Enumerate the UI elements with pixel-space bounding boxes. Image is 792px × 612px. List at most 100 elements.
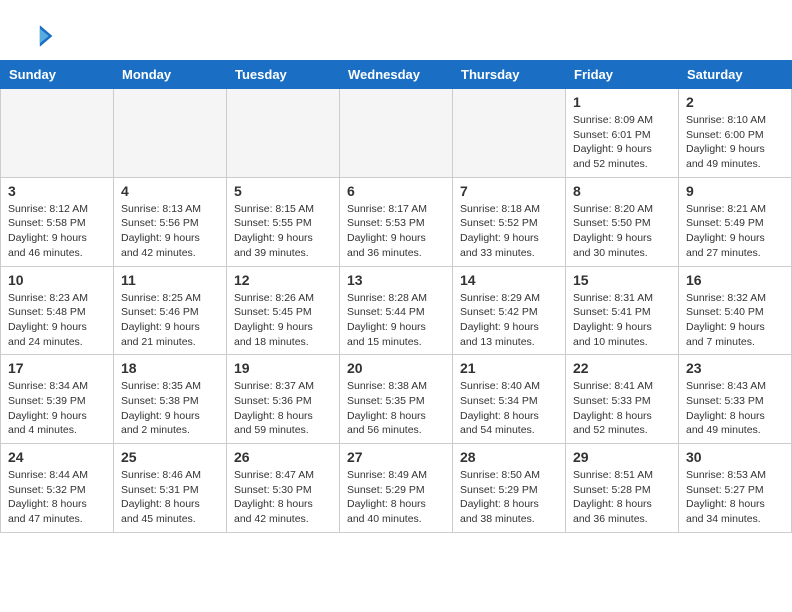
day-number: 25 <box>121 449 219 465</box>
page-header <box>0 0 792 60</box>
logo-icon <box>20 18 56 54</box>
calendar-header-row: SundayMondayTuesdayWednesdayThursdayFrid… <box>1 61 792 89</box>
calendar-day-cell: 27Sunrise: 8:49 AM Sunset: 5:29 PM Dayli… <box>340 444 453 533</box>
day-number: 26 <box>234 449 332 465</box>
day-number: 3 <box>8 183 106 199</box>
day-info: Sunrise: 8:41 AM Sunset: 5:33 PM Dayligh… <box>573 379 671 438</box>
calendar-day-cell: 29 Sunrise: 8:51 AM Sunset: 5:28 PM Dayli… <box>566 444 679 533</box>
calendar-day-cell <box>114 89 227 178</box>
calendar-day-cell: 21 Sunrise: 8:40 AM Sunset: 5:34 PM Dayli… <box>453 355 566 444</box>
day-info: Sunrise: 8:23 AM Sunset: 5:48 PM Dayligh… <box>8 291 106 350</box>
calendar-day-cell: 1 Sunrise: 8:09 AM Sunset: 6:01 PM Daylig… <box>566 89 679 178</box>
calendar-day-cell: 10 Sunrise: 8:23 AM Sunset: 5:48 PM Dayli… <box>1 266 114 355</box>
day-number: 10 <box>8 272 106 288</box>
day-info: Sunrise: 8:15 AM Sunset: 5:55 PM Dayligh… <box>234 202 332 261</box>
day-number: 18 <box>121 360 219 376</box>
day-info: Sunrise: 8:26 AM Sunset: 5:45 PM Dayligh… <box>234 291 332 350</box>
calendar-day-cell: 22 Sunrise: 8:41 AM Sunset: 5:33 PM Dayli… <box>566 355 679 444</box>
day-info: Sunrise: 8:51 AM Sunset: 5:28 PM Dayligh… <box>573 468 671 527</box>
weekday-header: Wednesday <box>340 61 453 89</box>
day-number: 19 <box>234 360 332 376</box>
day-number: 23 <box>686 360 784 376</box>
day-number: 24 <box>8 449 106 465</box>
day-info: Sunrise: 8:35 AM Sunset: 5:38 PM Dayligh… <box>121 379 219 438</box>
weekday-header: Friday <box>566 61 679 89</box>
day-number: 8 <box>573 183 671 199</box>
day-number: 9 <box>686 183 784 199</box>
day-number: 30 <box>686 449 784 465</box>
weekday-header: Sunday <box>1 61 114 89</box>
calendar-day-cell <box>453 89 566 178</box>
calendar-day-cell: 15 Sunrise: 8:31 AM Sunset: 5:41 PM Dayli… <box>566 266 679 355</box>
day-info: Sunrise: 8:43 AM Sunset: 5:33 PM Dayligh… <box>686 379 784 438</box>
day-info: Sunrise: 8:17 AM Sunset: 5:53 PM Dayligh… <box>347 202 445 261</box>
weekday-header: Tuesday <box>227 61 340 89</box>
day-info: Sunrise: 8:28 AM Sunset: 5:44 PM Dayligh… <box>347 291 445 350</box>
weekday-header: Saturday <box>679 61 792 89</box>
calendar-day-cell <box>227 89 340 178</box>
calendar-day-cell: 14 Sunrise: 8:29 AM Sunset: 5:42 PM Dayli… <box>453 266 566 355</box>
day-number: 27 <box>347 449 445 465</box>
day-number: 2 <box>686 94 784 110</box>
day-number: 15 <box>573 272 671 288</box>
day-info: Sunrise: 8:37 AM Sunset: 5:36 PM Dayligh… <box>234 379 332 438</box>
day-number: 28 <box>460 449 558 465</box>
calendar-day-cell: 9Sunrise: 8:21 AM Sunset: 5:49 PM Daylig… <box>679 177 792 266</box>
day-info: Sunrise: 8:46 AM Sunset: 5:31 PM Dayligh… <box>121 468 219 527</box>
day-number: 1 <box>573 94 671 110</box>
calendar-day-cell: 17Sunrise: 8:34 AM Sunset: 5:39 PM Dayli… <box>1 355 114 444</box>
day-number: 22 <box>573 360 671 376</box>
calendar-day-cell: 24 Sunrise: 8:44 AM Sunset: 5:32 PM Dayli… <box>1 444 114 533</box>
day-number: 17 <box>8 360 106 376</box>
calendar-day-cell: 5 Sunrise: 8:15 AM Sunset: 5:55 PM Daylig… <box>227 177 340 266</box>
calendar-day-cell <box>1 89 114 178</box>
calendar-day-cell: 12Sunrise: 8:26 AM Sunset: 5:45 PM Dayli… <box>227 266 340 355</box>
calendar-week-row: 3 Sunrise: 8:12 AM Sunset: 5:58 PM Daylig… <box>1 177 792 266</box>
weekday-header: Monday <box>114 61 227 89</box>
calendar-week-row: 24 Sunrise: 8:44 AM Sunset: 5:32 PM Dayli… <box>1 444 792 533</box>
calendar-day-cell: 18 Sunrise: 8:35 AM Sunset: 5:38 PM Dayli… <box>114 355 227 444</box>
logo <box>20 18 60 54</box>
calendar-day-cell: 23 Sunrise: 8:43 AM Sunset: 5:33 PM Dayli… <box>679 355 792 444</box>
day-number: 21 <box>460 360 558 376</box>
day-number: 13 <box>347 272 445 288</box>
calendar-day-cell: 25 Sunrise: 8:46 AM Sunset: 5:31 PM Dayli… <box>114 444 227 533</box>
day-info: Sunrise: 8:10 AM Sunset: 6:00 PM Dayligh… <box>686 113 784 172</box>
day-info: Sunrise: 8:50 AM Sunset: 5:29 PM Dayligh… <box>460 468 558 527</box>
day-info: Sunrise: 8:53 AM Sunset: 5:27 PM Dayligh… <box>686 468 784 527</box>
day-info: Sunrise: 8:44 AM Sunset: 5:32 PM Dayligh… <box>8 468 106 527</box>
calendar-day-cell: 7 Sunrise: 8:18 AM Sunset: 5:52 PM Daylig… <box>453 177 566 266</box>
calendar-day-cell: 13 Sunrise: 8:28 AM Sunset: 5:44 PM Dayli… <box>340 266 453 355</box>
day-number: 4 <box>121 183 219 199</box>
day-info: Sunrise: 8:32 AM Sunset: 5:40 PM Dayligh… <box>686 291 784 350</box>
day-number: 14 <box>460 272 558 288</box>
day-info: Sunrise: 8:12 AM Sunset: 5:58 PM Dayligh… <box>8 202 106 261</box>
day-info: Sunrise: 8:09 AM Sunset: 6:01 PM Dayligh… <box>573 113 671 172</box>
calendar-table: SundayMondayTuesdayWednesdayThursdayFrid… <box>0 60 792 533</box>
calendar-day-cell: 3 Sunrise: 8:12 AM Sunset: 5:58 PM Daylig… <box>1 177 114 266</box>
day-number: 5 <box>234 183 332 199</box>
day-number: 11 <box>121 272 219 288</box>
calendar-day-cell: 6 Sunrise: 8:17 AM Sunset: 5:53 PM Daylig… <box>340 177 453 266</box>
calendar-day-cell: 30 Sunrise: 8:53 AM Sunset: 5:27 PM Dayli… <box>679 444 792 533</box>
calendar-day-cell: 4 Sunrise: 8:13 AM Sunset: 5:56 PM Daylig… <box>114 177 227 266</box>
day-info: Sunrise: 8:18 AM Sunset: 5:52 PM Dayligh… <box>460 202 558 261</box>
day-info: Sunrise: 8:31 AM Sunset: 5:41 PM Dayligh… <box>573 291 671 350</box>
calendar-day-cell: 20Sunrise: 8:38 AM Sunset: 5:35 PM Dayli… <box>340 355 453 444</box>
calendar-week-row: 1 Sunrise: 8:09 AM Sunset: 6:01 PM Daylig… <box>1 89 792 178</box>
day-info: Sunrise: 8:20 AM Sunset: 5:50 PM Dayligh… <box>573 202 671 261</box>
calendar-day-cell <box>340 89 453 178</box>
day-info: Sunrise: 8:38 AM Sunset: 5:35 PM Dayligh… <box>347 379 445 438</box>
calendar-week-row: 10 Sunrise: 8:23 AM Sunset: 5:48 PM Dayli… <box>1 266 792 355</box>
calendar-day-cell: 11Sunrise: 8:25 AM Sunset: 5:46 PM Dayli… <box>114 266 227 355</box>
day-number: 29 <box>573 449 671 465</box>
day-number: 7 <box>460 183 558 199</box>
day-number: 6 <box>347 183 445 199</box>
calendar-day-cell: 8 Sunrise: 8:20 AM Sunset: 5:50 PM Daylig… <box>566 177 679 266</box>
day-info: Sunrise: 8:40 AM Sunset: 5:34 PM Dayligh… <box>460 379 558 438</box>
day-info: Sunrise: 8:29 AM Sunset: 5:42 PM Dayligh… <box>460 291 558 350</box>
calendar-day-cell: 19 Sunrise: 8:37 AM Sunset: 5:36 PM Dayli… <box>227 355 340 444</box>
calendar-week-row: 17Sunrise: 8:34 AM Sunset: 5:39 PM Dayli… <box>1 355 792 444</box>
day-info: Sunrise: 8:13 AM Sunset: 5:56 PM Dayligh… <box>121 202 219 261</box>
calendar-day-cell: 26Sunrise: 8:47 AM Sunset: 5:30 PM Dayli… <box>227 444 340 533</box>
